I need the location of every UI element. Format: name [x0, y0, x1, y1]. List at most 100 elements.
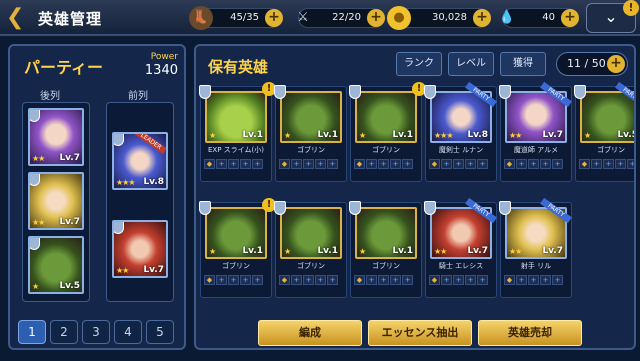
hero-portrait: ★ Lv.1	[205, 91, 267, 143]
stamina-resource: 👢 45/35 +	[189, 6, 283, 30]
rune-slot-icon: +	[390, 275, 401, 285]
rune-slot-icon: ◆	[279, 275, 290, 285]
sell-hero-button[interactable]: 英雄売却	[478, 320, 582, 346]
rune-slot-icon: +	[552, 275, 563, 285]
menu-button[interactable]: ⌄ !	[586, 0, 639, 33]
party-page-1[interactable]: 1	[18, 320, 46, 344]
rune-slot-icon: +	[378, 275, 389, 285]
sort-level-button[interactable]: レベル	[448, 52, 494, 76]
shield-icon	[30, 110, 40, 122]
hero-name: ゴブリン	[372, 262, 400, 270]
add-blood-button[interactable]: +	[561, 9, 579, 27]
power-value: 1340	[144, 63, 178, 78]
hero-stars: ★★	[434, 247, 447, 256]
party-page-3[interactable]: 3	[82, 320, 110, 344]
party-hero-portrait[interactable]: ★ Lv.5	[28, 236, 84, 294]
blood-drop-icon: 💧	[498, 10, 516, 25]
rune-slot-icon: ◆	[354, 275, 365, 285]
rune-slot-icon: +	[540, 275, 551, 285]
rune-slot-icon: +	[441, 275, 452, 285]
shield-icon	[274, 201, 286, 215]
formation-button[interactable]: 編成	[258, 320, 362, 346]
blood-resource: 💧 40 +	[499, 8, 579, 28]
hero-card[interactable]: ★ Lv.1! ゴブリン ◆ + + + +	[349, 82, 426, 182]
hero-card[interactable]: ★★★ Lv.8 PARTY 魔剣士 ルナン ◆ + + + +	[424, 81, 497, 182]
party-hero-portrait[interactable]: ★★ Lv.7	[28, 172, 84, 230]
hero-stars: ★	[209, 247, 216, 256]
rune-slot-icon: +	[603, 159, 614, 169]
hero-level: Lv.1	[317, 130, 338, 140]
add-stamina-button[interactable]: +	[265, 9, 283, 27]
hero-level: Lv.8	[467, 130, 488, 140]
rune-slot-icon: +	[291, 275, 302, 285]
essence-extract-button[interactable]: エッセンス抽出	[368, 320, 472, 346]
party-page-2[interactable]: 2	[50, 320, 78, 344]
hero-card[interactable]: ★ Lv.5 PARTY ゴブリン ◆ + + + +	[574, 81, 634, 182]
rune-slot-icon: +	[528, 275, 539, 285]
rune-slots: ◆ + + + +	[279, 159, 338, 169]
owned-heroes-panel: 保有英雄 ランク レベル 獲得 11 / 50 + 編成 エッセンス抽出 英雄売…	[194, 44, 636, 350]
sort-rank-button[interactable]: ランク	[396, 52, 442, 76]
hero-count-value: 11 / 50	[567, 57, 606, 70]
rune-slot-icon: +	[540, 159, 551, 169]
party-hero-portrait[interactable]: LEADER ★★★ Lv.8	[112, 132, 168, 190]
party-hero-portrait[interactable]: ★★ Lv.7	[112, 220, 168, 278]
hero-card[interactable]: ★★ Lv.7 PARTY 射手 リル ◆ + + + +	[499, 197, 572, 298]
rune-slot-icon: +	[591, 159, 602, 169]
chevron-down-icon: ⌄	[604, 7, 618, 26]
party-hero-portrait[interactable]: ★★ Lv.7	[28, 108, 84, 166]
rune-slot-icon: ◆	[429, 159, 440, 169]
gold-resource: ● 30,028 +	[387, 6, 491, 30]
hero-card[interactable]: ★ Lv.1 ゴブリン ◆ + + + +	[274, 201, 347, 298]
hero-card[interactable]: ★★ Lv.7 PARTY 騎士 エレシス ◆ + + + +	[424, 197, 497, 298]
rune-slot-icon: +	[216, 159, 227, 169]
back-arrow-icon[interactable]: ❮	[6, 6, 28, 30]
hero-name: ゴブリン	[297, 146, 325, 154]
shield-icon	[274, 85, 286, 99]
add-gold-button[interactable]: +	[473, 9, 491, 27]
party-pager: 1 2 3 4 5	[18, 320, 174, 344]
hero-level: Lv.1	[317, 246, 338, 256]
rune-slot-icon: ◆	[429, 275, 440, 285]
party-page-4[interactable]: 4	[114, 320, 142, 344]
back-row-label: 後列	[40, 91, 60, 102]
shield-icon	[30, 174, 40, 186]
add-battle-button[interactable]: +	[367, 9, 385, 27]
hero-stars: ★	[584, 131, 591, 140]
hero-stars: ★	[284, 247, 291, 256]
menu-badge: !	[623, 0, 639, 16]
rune-slot-icon: +	[228, 275, 239, 285]
hero-name: 魔剣士 ルナン	[438, 146, 484, 154]
rune-slot-icon: +	[378, 159, 389, 169]
owned-title: 保有英雄	[208, 58, 269, 76]
hero-stars: ★★	[116, 266, 129, 275]
hero-card[interactable]: ★ Lv.1! ゴブリン ◆ + + + +	[199, 198, 276, 298]
rune-slot-icon: ◆	[204, 275, 215, 285]
rune-slot-icon: +	[528, 159, 539, 169]
shield-icon	[199, 85, 211, 99]
rune-slot-icon: +	[315, 275, 326, 285]
top-bar: ❮ 英雄管理 👢 45/35 + ⚔ 22/20 + ● 30,028 + 💧 …	[0, 0, 640, 36]
hero-stars: ★★	[32, 154, 45, 163]
hero-portrait: ★ Lv.1	[280, 91, 342, 143]
rune-slots: ◆ + + + +	[579, 159, 634, 169]
hero-stars: ★★	[32, 218, 45, 227]
expand-slots-button[interactable]: +	[607, 55, 625, 73]
coin-icon: ●	[387, 6, 411, 30]
hero-card[interactable]: ★ Lv.1! EXP スライム(小) ◆ + + + +	[199, 82, 276, 182]
hero-level: Lv.7	[542, 130, 563, 140]
party-page-5[interactable]: 5	[146, 320, 174, 344]
hero-name: ゴブリン	[222, 262, 250, 270]
hero-level: Lv.7	[59, 153, 80, 163]
party-panel: パーティー Power 1340 後列 前列 1 2 3 4 5 ★★ Lv.7 ★…	[8, 44, 186, 350]
rune-slot-icon: +	[441, 159, 452, 169]
rune-slots: ◆ + + + +	[504, 159, 563, 169]
hero-card[interactable]: ★ Lv.1 ゴブリン ◆ + + + +	[274, 85, 347, 182]
hero-level: Lv.7	[59, 217, 80, 227]
hero-card[interactable]: ★ Lv.1 ゴブリン ◆ + + + +	[349, 201, 422, 298]
rune-slot-icon: +	[516, 275, 527, 285]
hero-card[interactable]: ★★ Lv.7 PARTY 魔道師 アルメ ◆ + + + +	[499, 81, 572, 182]
hero-portrait: ★ Lv.1	[355, 91, 417, 143]
sort-acquired-button[interactable]: 獲得	[500, 52, 546, 76]
rune-slots: ◆ + + + +	[504, 275, 563, 285]
